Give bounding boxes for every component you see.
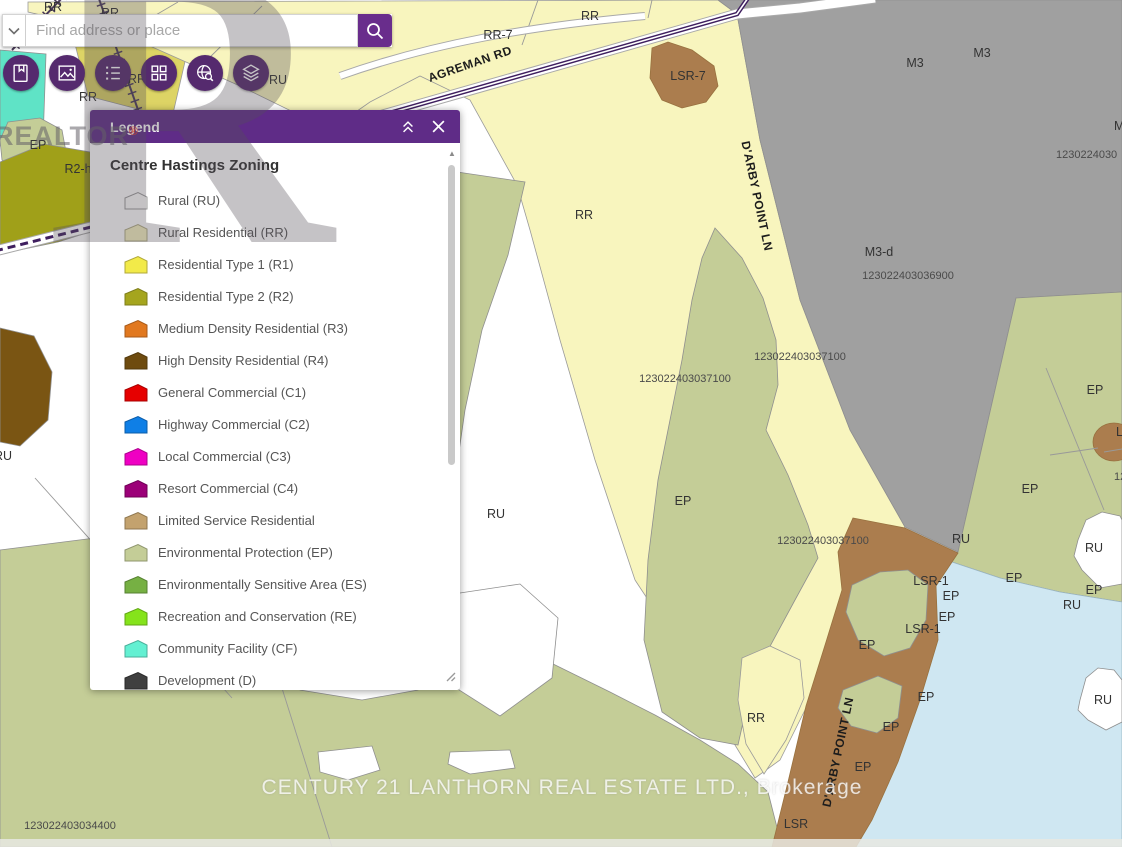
resize-icon — [445, 671, 456, 682]
zone-swatch — [124, 575, 148, 594]
legend-item-label: Environmentally Sensitive Area (ES) — [158, 577, 367, 592]
legend-item: Development (D) — [110, 664, 440, 690]
bookmark-icon — [10, 62, 32, 84]
legend-item-label: Residential Type 2 (R2) — [158, 289, 294, 304]
legend-item: Rural Residential (RR) — [110, 216, 440, 248]
legend-item-label: General Commercial (C1) — [158, 385, 306, 400]
search-button[interactable] — [358, 14, 392, 47]
legend-item-label: Limited Service Residential — [158, 513, 315, 528]
legend-item-label: Community Facility (CF) — [158, 641, 297, 656]
legend-panel: Legend Centre Hastings Zoning Rural — [90, 110, 460, 690]
chevron-down-icon — [8, 27, 20, 35]
zone-swatch — [124, 671, 148, 690]
search-widget — [2, 14, 392, 47]
zone-swatch — [124, 287, 148, 306]
legend-close-button[interactable] — [426, 115, 450, 139]
legend-layer-heading: Centre Hastings Zoning — [110, 157, 440, 174]
scrollbar-up-arrow[interactable]: ▲ — [447, 149, 457, 159]
legend-item: Environmentally Sensitive Area (ES) — [110, 568, 440, 600]
legend-item-label: Residential Type 1 (R1) — [158, 257, 294, 272]
legend-item-label: Rural (RU) — [158, 193, 220, 208]
legend-item: Community Facility (CF) — [110, 632, 440, 664]
legend-item-label: Resort Commercial (C4) — [158, 481, 298, 496]
legend-collapse-button[interactable] — [396, 115, 420, 139]
basemap-button[interactable] — [49, 55, 85, 91]
double-chevron-up-icon — [400, 119, 416, 135]
search-input[interactable] — [26, 14, 358, 47]
legend-item: Local Commercial (C3) — [110, 440, 440, 472]
zone-swatch — [124, 447, 148, 466]
legend-item-label: Medium Density Residential (R3) — [158, 321, 348, 336]
layers-button[interactable] — [233, 55, 269, 91]
legend-item-list: Rural (RU) Rural Residential (RR) Reside… — [110, 184, 440, 690]
legend-item-label: Local Commercial (C3) — [158, 449, 291, 464]
scrollbar-thumb[interactable] — [448, 165, 455, 465]
zoning-map-app: RRRRRRRRRURR-7RRAGREMAN RDLSR-7M3M3M1230… — [0, 0, 1122, 847]
legend-item: Recreation and Conservation (RE) — [110, 600, 440, 632]
legend-panel-body: Centre Hastings Zoning Rural (RU) Rural … — [90, 143, 460, 690]
zone-swatch — [124, 223, 148, 242]
bookmarks-button[interactable] — [3, 55, 39, 91]
bottom-road-strip — [0, 839, 1122, 847]
zone-swatch — [124, 191, 148, 210]
zone-swatch — [124, 415, 148, 434]
search-icon — [365, 21, 385, 41]
map-toolbar — [3, 55, 269, 91]
zone-swatch — [124, 319, 148, 338]
globe-icon — [194, 62, 216, 84]
legend-button[interactable] — [95, 55, 131, 91]
legend-item-label: Recreation and Conservation (RE) — [158, 609, 357, 624]
legend-item: Limited Service Residential — [110, 504, 440, 536]
legend-item: High Density Residential (R4) — [110, 344, 440, 376]
legend-item-label: Rural Residential (RR) — [158, 225, 288, 240]
close-icon — [431, 119, 446, 134]
zone-swatch — [124, 607, 148, 626]
legend-item: Residential Type 1 (R1) — [110, 248, 440, 280]
legend-panel-header[interactable]: Legend — [90, 110, 460, 143]
layer-gallery-button[interactable] — [141, 55, 177, 91]
legend-item: Medium Density Residential (R3) — [110, 312, 440, 344]
legend-item-label: High Density Residential (R4) — [158, 353, 329, 368]
zone-swatch — [124, 255, 148, 274]
basemap-icon — [56, 62, 78, 84]
zone-swatch — [124, 479, 148, 498]
legend-item: Rural (RU) — [110, 184, 440, 216]
panel-resize-handle[interactable] — [445, 669, 456, 687]
zone-swatch — [124, 351, 148, 370]
zone-swatch — [124, 383, 148, 402]
measure-button[interactable] — [187, 55, 223, 91]
legend-item: Resort Commercial (C4) — [110, 472, 440, 504]
legend-item: Residential Type 2 (R2) — [110, 280, 440, 312]
legend-item: Environmental Protection (EP) — [110, 536, 440, 568]
zone-swatch — [124, 511, 148, 530]
legend-scrollbar[interactable]: ▲ — [447, 149, 457, 684]
layers-icon — [240, 62, 262, 84]
search-source-dropdown[interactable] — [2, 14, 26, 47]
legend-item: General Commercial (C1) — [110, 376, 440, 408]
apps-grid-icon — [148, 62, 170, 84]
legend-panel-title: Legend — [110, 119, 390, 135]
legend-item-label: Development (D) — [158, 673, 256, 688]
zone-swatch — [124, 543, 148, 562]
legend-item-label: Highway Commercial (C2) — [158, 417, 310, 432]
zone-swatch — [124, 639, 148, 658]
legend-item: Highway Commercial (C2) — [110, 408, 440, 440]
legend-item-label: Environmental Protection (EP) — [158, 545, 333, 560]
legend-list-icon — [102, 62, 124, 84]
